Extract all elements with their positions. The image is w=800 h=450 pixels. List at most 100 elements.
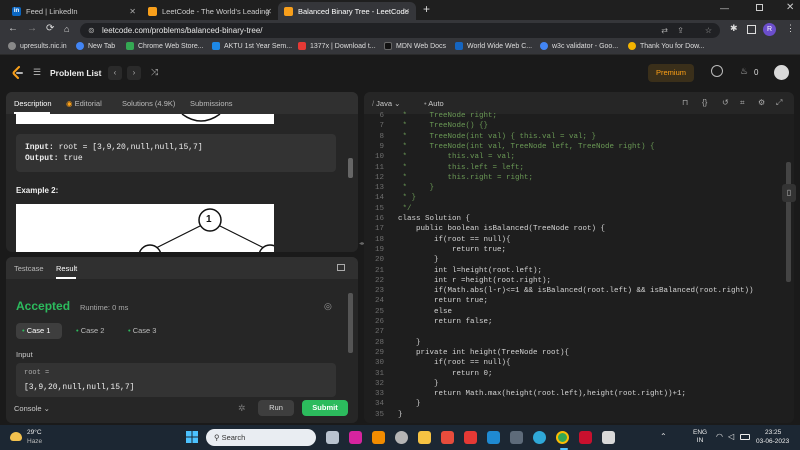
file-explorer-icon[interactable]: [418, 431, 431, 444]
bookmark-item[interactable]: upresults.nic.in: [8, 42, 67, 50]
streak-icon[interactable]: ♨: [740, 66, 748, 77]
battery-icon[interactable]: [740, 434, 750, 440]
bookmark-star-icon[interactable]: ☆: [705, 23, 712, 38]
tab-submissions[interactable]: Submissions: [190, 99, 233, 108]
chrome-icon[interactable]: [556, 431, 569, 444]
side-panel-icon[interactable]: [747, 25, 756, 34]
bookmark-item[interactable]: w3c validator - Goo...: [540, 42, 618, 50]
home-icon[interactable]: ⌂: [64, 24, 69, 34]
result-scrollbar[interactable]: [348, 293, 353, 353]
shuffle-icon[interactable]: ⤨: [151, 67, 158, 78]
media-player-icon[interactable]: [464, 431, 477, 444]
clock-time[interactable]: 23:25: [765, 429, 781, 436]
wifi-icon[interactable]: ◠: [716, 432, 723, 441]
close-icon[interactable]: ✕: [265, 7, 272, 16]
case-1-tab[interactable]: • Case 1: [16, 323, 62, 339]
reset-icon[interactable]: ↺: [722, 98, 729, 107]
tab-description[interactable]: Description: [14, 99, 52, 108]
profile-avatar[interactable]: R: [763, 23, 776, 36]
next-problem-button[interactable]: ›: [127, 66, 141, 80]
editor-scrollbar[interactable]: [786, 162, 791, 282]
url-field[interactable]: ⊚ leetcode.com/problems/balanced-binary-…: [80, 23, 720, 38]
weather-icon[interactable]: [10, 432, 22, 441]
site-info-icon[interactable]: ⊚: [88, 23, 95, 38]
language-indicator[interactable]: ENG IN: [693, 429, 707, 445]
tray-chevron-up-icon[interactable]: ⌃: [660, 432, 667, 441]
settings-icon[interactable]: ⚙: [758, 98, 765, 107]
task-view-icon[interactable]: [326, 431, 339, 444]
vlc-icon[interactable]: [372, 431, 385, 444]
new-tab-button[interactable]: +: [423, 2, 430, 16]
bookmark-item[interactable]: 1377x | Download t...: [298, 42, 376, 50]
language-select[interactable]: / Java ⌄: [372, 99, 400, 108]
bookmark-item[interactable]: Thank You for Dow...: [628, 42, 705, 50]
problem-list-link[interactable]: Problem List: [50, 68, 101, 78]
fullscreen-code-icon[interactable]: ⌗: [740, 98, 745, 108]
tab-editorial[interactable]: ◉ Editorial: [66, 99, 102, 108]
expand-icon[interactable]: ⤢: [776, 98, 782, 108]
case-2-tab[interactable]: • Case 2: [70, 323, 116, 339]
previous-problem-button[interactable]: ‹: [108, 66, 122, 80]
premium-button[interactable]: Premium: [648, 64, 694, 82]
mail-icon[interactable]: [602, 431, 615, 444]
store-icon[interactable]: [510, 431, 523, 444]
bookmark-item[interactable]: Chrome Web Store...: [126, 42, 204, 50]
browser-tab-linkedin[interactable]: in Feed | LinkedIn ✕: [6, 2, 142, 20]
tab-solutions[interactable]: Solutions (4.9K): [122, 99, 175, 108]
tab-label: Editorial: [74, 99, 102, 108]
window-close-icon[interactable]: ✕: [786, 2, 794, 13]
list-icon[interactable]: ☰: [33, 67, 41, 78]
line-number: 24: [374, 297, 384, 306]
debug-icon[interactable]: ✲: [238, 403, 246, 414]
side-notes-button[interactable]: ▯: [782, 184, 796, 202]
translate-icon[interactable]: ⇄: [661, 23, 668, 38]
browser-tab-balanced-binary-tree[interactable]: Balanced Binary Tree - LeetCode ✕: [278, 2, 416, 20]
instagram-icon[interactable]: [349, 431, 362, 444]
share-icon[interactable]: ⇪: [677, 23, 684, 38]
extensions-icon[interactable]: ✱: [730, 23, 738, 34]
code-line: 28 }: [364, 338, 784, 349]
bookmark-icon[interactable]: ⊓: [682, 98, 688, 107]
leetcode-logo[interactable]: [12, 66, 23, 80]
tab-testcase[interactable]: Testcase: [14, 264, 44, 273]
browser-tab-leetcode-home[interactable]: LeetCode - The World's Leading ✕: [142, 2, 278, 20]
maximize-icon[interactable]: [337, 264, 345, 271]
submit-button[interactable]: Submit: [302, 400, 348, 416]
minimize-icon[interactable]: —: [720, 3, 729, 13]
bookmark-item[interactable]: AKTU 1st Year Sem...: [212, 42, 292, 50]
mcafee-icon[interactable]: [579, 431, 592, 444]
run-button[interactable]: Run: [258, 400, 294, 416]
edge-icon[interactable]: [533, 431, 546, 444]
bookmark-item[interactable]: MDN Web Docs: [384, 42, 446, 50]
clock-date[interactable]: 03-06-2023: [756, 438, 789, 445]
browser-menu-icon[interactable]: ⋮: [786, 23, 795, 34]
description-panel: Description ◉ Editorial Solutions (4.9K)…: [6, 92, 358, 252]
line-number: 7: [379, 122, 384, 131]
user-avatar[interactable]: [774, 65, 789, 80]
code-area[interactable]: 6 * TreeNode right; 7 * TreeNode() {} 8 * …: [364, 111, 784, 423]
photos-icon[interactable]: [441, 431, 454, 444]
case-3-tab[interactable]: • Case 3: [122, 323, 168, 339]
console-button[interactable]: Console ⌄: [14, 404, 50, 413]
windows-start-icon[interactable]: [186, 431, 198, 443]
bookmark-item[interactable]: World Wide Web C...: [455, 42, 532, 50]
forward-icon[interactable]: →: [27, 23, 37, 34]
mode-select[interactable]: • Auto: [424, 99, 444, 108]
timer-icon[interactable]: [711, 65, 723, 77]
restore-icon[interactable]: [756, 4, 763, 11]
line-number: 29: [374, 348, 384, 357]
taskbar-search[interactable]: ⚲ Search: [206, 429, 316, 446]
tab-result[interactable]: Result: [56, 264, 77, 273]
app-icon[interactable]: [395, 431, 408, 444]
back-icon[interactable]: ←: [8, 23, 18, 34]
close-icon[interactable]: ✕: [129, 7, 136, 16]
reload-icon[interactable]: ⟳: [46, 23, 54, 34]
show-icon[interactable]: ◎: [324, 301, 332, 312]
braces-icon[interactable]: {}: [702, 98, 707, 107]
bookmark-item[interactable]: New Tab: [76, 42, 115, 50]
vscode-icon[interactable]: [487, 431, 500, 444]
close-icon[interactable]: ✕: [403, 7, 410, 16]
description-scrollbar[interactable]: [348, 158, 353, 178]
volume-icon[interactable]: ◁: [728, 432, 734, 441]
line-number: 11: [374, 163, 384, 172]
